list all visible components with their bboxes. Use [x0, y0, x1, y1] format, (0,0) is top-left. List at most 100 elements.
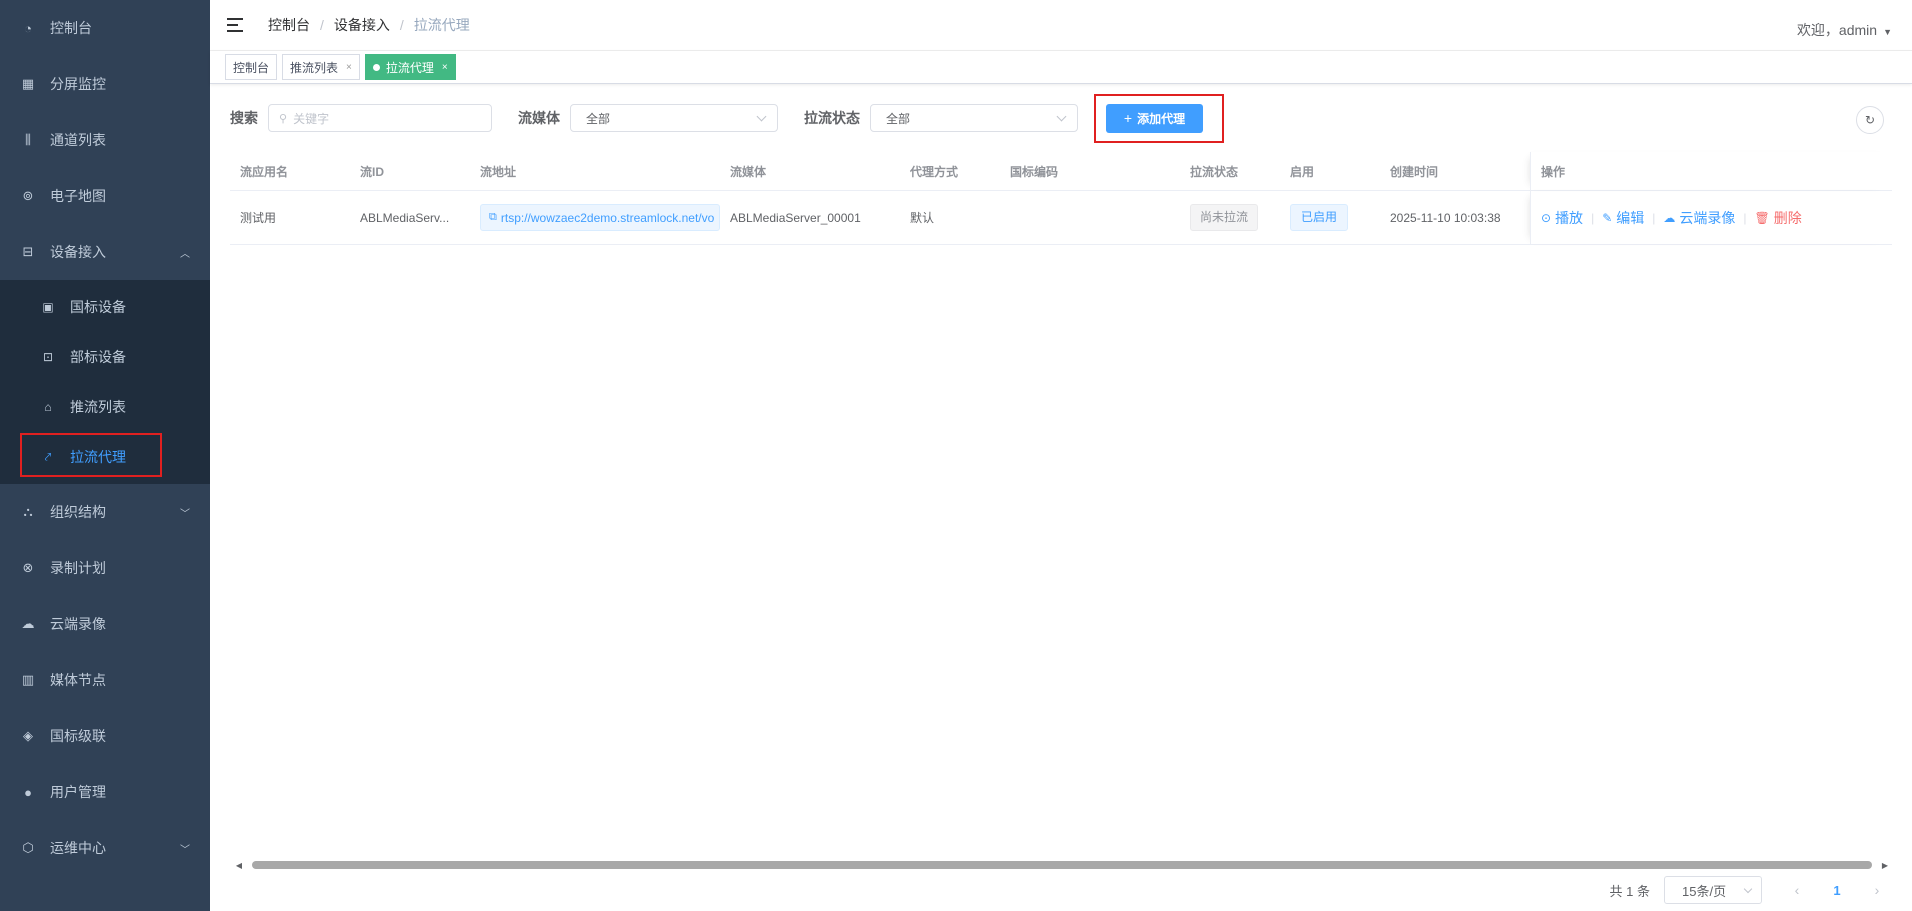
breadcrumb-item[interactable]: 控制台: [268, 15, 310, 35]
column-header: 流ID: [360, 164, 385, 179]
refresh-button[interactable]: ↻: [1856, 106, 1884, 134]
chevron-down-icon: [1743, 884, 1753, 893]
sidebar-item-record-plan[interactable]: ⊗ 录制计划: [0, 540, 210, 596]
sidebar: ◔ 控制台 ▦ 分屏监控 ⫼ 通道列表 ⊚ 电子地图 ⊟ 设备接入 ︿ ▣ 国标…: [0, 0, 210, 911]
column-header: 国标编码: [1010, 164, 1059, 179]
cloud-record-button[interactable]: ☁ 云端录像: [1663, 208, 1735, 228]
edit-label: 编辑: [1616, 209, 1645, 226]
user-icon: ●: [24, 784, 32, 800]
url-copy-tag[interactable]: ⧉ rtsp://wowzaec2demo.streamlock.net/vo: [480, 204, 720, 231]
table-horizontal-scrollbar[interactable]: ◀ ▶: [232, 860, 1892, 870]
sidebar-item-gb-device[interactable]: ▣ 国标设备: [0, 282, 210, 332]
close-icon[interactable]: ×: [442, 62, 448, 73]
sidebar-item-gb-cascade[interactable]: ◈ 国标级联: [0, 708, 210, 764]
search-input[interactable]: ⚲ 关键字: [268, 104, 492, 132]
breadcrumb: 控制台 / 设备接入 / 拉流代理: [268, 15, 470, 35]
tag-push-list[interactable]: 推流列表 ×: [282, 54, 360, 80]
tag-pull-proxy[interactable]: 拉流代理 ×: [364, 54, 456, 80]
page-number[interactable]: 1: [1822, 883, 1852, 898]
media-node-icon: ▥: [21, 672, 35, 687]
sidebar-item-media-node[interactable]: ▥ 媒体节点: [0, 652, 210, 708]
breadcrumb-current: 拉流代理: [413, 17, 470, 33]
edit-icon: ✎: [1602, 210, 1613, 225]
sidebar-item-org[interactable]: ⛬ 组织结构 ﹀: [0, 484, 210, 540]
cell-app: 测试用: [240, 211, 277, 225]
map-pin-icon: ⊚: [22, 188, 34, 203]
enabled-badge: 已启用: [1290, 204, 1349, 231]
pull-status-label: 拉流状态: [804, 110, 860, 126]
search-icon: ⚲: [279, 112, 288, 125]
sidebar-item-label: 推流列表: [70, 399, 126, 415]
cell-stream-id: ABLMediaServ...: [360, 210, 450, 225]
close-icon[interactable]: ×: [346, 62, 352, 73]
page-size-value: 15条/页: [1682, 883, 1727, 899]
user-menu[interactable]: 欢迎，admin ▼: [1797, 20, 1892, 40]
url-text: rtsp://wowzaec2demo.streamlock.net/vo: [500, 210, 715, 225]
chevron-up-icon: ︿: [180, 248, 190, 260]
caret-down-icon: ▼: [1883, 27, 1892, 37]
status-badge: 尚未拉流: [1190, 204, 1259, 231]
play-button[interactable]: ⊙ 播放: [1541, 208, 1583, 228]
sidebar-item-jt-device[interactable]: ⊡ 部标设备: [0, 332, 210, 382]
cell-enabled: 已启用: [1280, 204, 1380, 231]
sidebar-item-ops[interactable]: ⬡ 运维中心 ﹀: [0, 820, 210, 876]
table-header: 流应用名 流ID 流地址 流媒体 代理方式 国标编码 拉流状态 启用 创建时间 …: [230, 152, 1892, 191]
sidebar-item-split-monitor[interactable]: ▦ 分屏监控: [0, 56, 210, 112]
layers-icon: ◈: [23, 728, 33, 743]
sidebar-item-label: 用户管理: [50, 784, 106, 800]
delete-button[interactable]: 🗑 删除: [1755, 208, 1802, 228]
column-header: 操作: [1530, 152, 1892, 190]
breadcrumb-item[interactable]: 设备接入: [334, 15, 390, 35]
bus-icon: ⊡: [42, 350, 54, 364]
page-size-select[interactable]: 15条/页: [1664, 876, 1762, 904]
sidebar-item-label: 电子地图: [50, 188, 106, 204]
tags-view: 控制台 推流列表 × 拉流代理 ×: [210, 51, 1912, 84]
tag-label: 控制台: [233, 60, 270, 75]
column-header: 流应用名: [240, 164, 289, 179]
pagination-total: 共 1 条: [1609, 883, 1650, 899]
copy-icon: ⧉: [489, 211, 497, 223]
tag-label: 推流列表: [290, 60, 339, 75]
sidebar-item-channels[interactable]: ⫼ 通道列表: [0, 112, 210, 168]
chevron-down-icon: ﹀: [180, 844, 190, 856]
sidebar-item-label: 组织结构: [50, 504, 106, 520]
chevron-down-icon: [756, 111, 767, 121]
sidebar-item-device-access[interactable]: ⊟ 设备接入 ︿: [0, 224, 210, 280]
sidebar-item-dashboard[interactable]: ◔ 控制台: [0, 0, 210, 56]
sidebar-item-label: 录制计划: [50, 560, 106, 576]
user-greeting: 欢迎，admin: [1796, 22, 1878, 38]
search-label: 搜索: [230, 110, 258, 126]
sidebar-item-map[interactable]: ⊚ 电子地图: [0, 168, 210, 224]
record-plan-icon: ⊗: [22, 560, 34, 575]
dashboard-icon: ◔: [24, 20, 32, 36]
cloud-icon: ☁: [21, 616, 35, 631]
media-select[interactable]: 全部: [570, 104, 778, 132]
sidebar-item-label: 媒体节点: [50, 672, 106, 688]
pull-status-value: 全部: [886, 111, 911, 126]
scroll-thumb[interactable]: [252, 861, 1872, 869]
search-placeholder: 关键字: [293, 111, 330, 126]
scroll-right-icon[interactable]: ▶: [1878, 861, 1892, 870]
sidebar-item-label: 国标级联: [50, 728, 106, 744]
pull-status-select[interactable]: 全部: [870, 104, 1078, 132]
cloud-icon: ☁: [1663, 210, 1676, 225]
tag-dashboard[interactable]: 控制台: [225, 54, 278, 80]
scroll-left-icon[interactable]: ◀: [232, 861, 246, 870]
prev-page-icon[interactable]: ‹: [1782, 882, 1812, 898]
sidebar-item-label: 控制台: [50, 20, 92, 36]
column-header: 流媒体: [730, 164, 767, 179]
menu-toggle-icon[interactable]: [227, 18, 243, 32]
sidebar-item-label: 通道列表: [50, 132, 106, 148]
sidebar-item-users[interactable]: ● 用户管理: [0, 764, 210, 820]
sidebar-item-cloud-record[interactable]: ☁ 云端录像: [0, 596, 210, 652]
sidebar-item-push-list[interactable]: ⌂ 推流列表: [0, 382, 210, 432]
active-dot-icon: [372, 63, 380, 71]
next-page-icon[interactable]: ›: [1862, 882, 1892, 898]
column-header: 创建时间: [1390, 164, 1439, 179]
grid-icon: ▦: [21, 76, 35, 91]
cloud-record-label: 云端录像: [1679, 209, 1736, 226]
trash-icon: 🗑: [1754, 210, 1770, 225]
edit-button[interactable]: ✎ 编辑: [1602, 208, 1644, 228]
gb-device-icon: ▣: [42, 300, 54, 314]
chevron-down-icon: [1056, 111, 1067, 121]
